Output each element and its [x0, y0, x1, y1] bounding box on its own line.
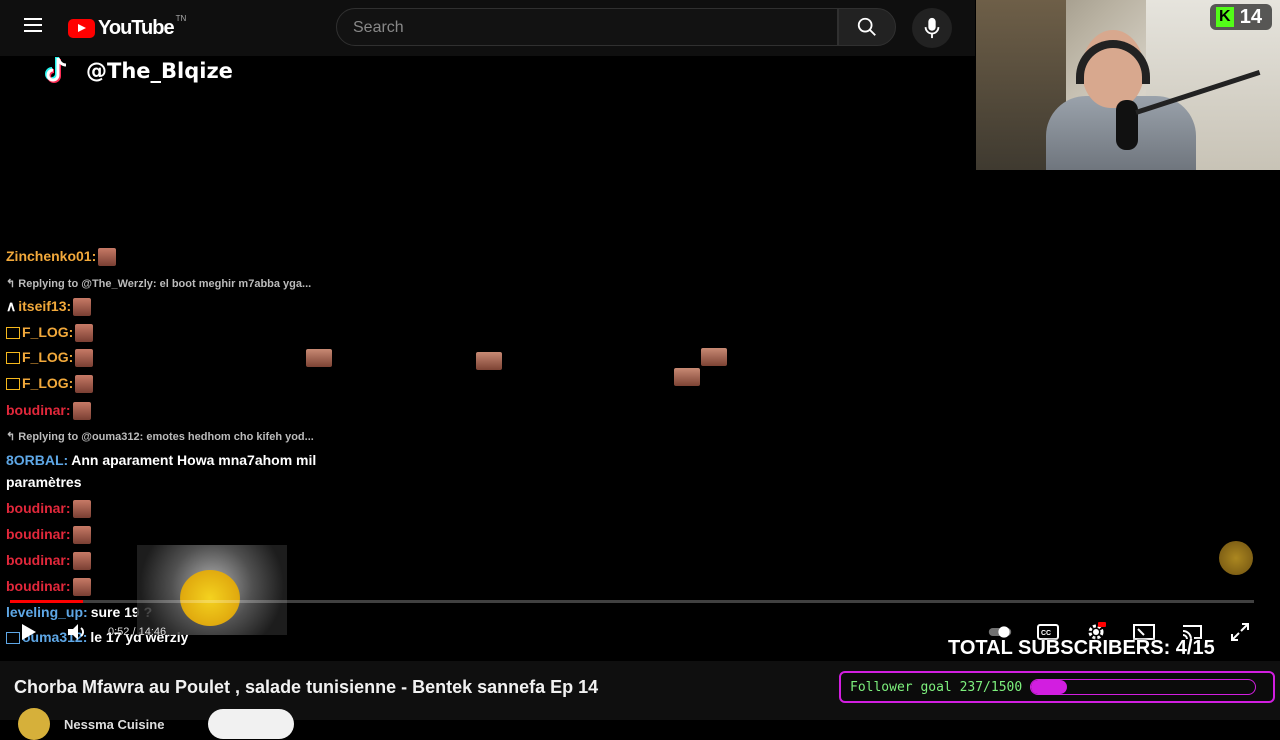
chat-username: Zinchenko01:: [6, 248, 97, 264]
fullscreen-button[interactable]: [1228, 622, 1252, 642]
chat-username: boudinar:: [6, 500, 71, 516]
floating-emote: [674, 368, 700, 386]
crown-badge-icon: [6, 352, 20, 365]
chat-emote: [72, 526, 91, 545]
follower-goal-label: Follower goal 237/1500: [850, 679, 1023, 695]
streamer-webcam: K 14: [976, 0, 1280, 170]
kick-viewer-count: 14: [1239, 5, 1262, 28]
video-progress-bar[interactable]: [10, 600, 1254, 603]
tiktok-icon: [45, 57, 67, 83]
chat-reply-indicator: ↰ Replying to @ouma312: emotes hedhom ch…: [6, 425, 314, 447]
microphone-icon: [924, 17, 940, 39]
youtube-header: YouTube TN: [0, 0, 975, 56]
chat-message: boudinar:: [6, 400, 91, 421]
total-subscribers-overlay: TOTAL SUBSCRIBERS: 4/15: [948, 637, 1215, 659]
search-box[interactable]: [336, 8, 838, 46]
video-progress-fill: [10, 600, 84, 603]
search-icon: [857, 17, 876, 36]
chat-message: F_LOG:: [6, 373, 94, 394]
streamer-microphone: [1116, 100, 1138, 150]
chat-username: itseif13:: [18, 298, 72, 314]
chat-message: Zinchenko01:: [6, 246, 117, 267]
chat-reply-indicator: ↰ Replying to @The_Werzly: el boot meghi…: [6, 272, 311, 294]
video-time: 0:52 / 14:46: [108, 626, 167, 638]
follower-goal-bar: [1030, 679, 1257, 695]
chat-emote: [73, 298, 92, 317]
svg-text:CC: CC: [1041, 630, 1051, 637]
tiktok-handle-overlay: @The_Blqize: [40, 54, 233, 88]
youtube-logo[interactable]: YouTube TN: [68, 14, 187, 40]
channel-name[interactable]: Nessma Cuisine: [64, 717, 164, 732]
chat-username: boudinar:: [6, 402, 71, 418]
floating-emote: [476, 352, 502, 370]
voice-search-button[interactable]: [912, 8, 952, 48]
moderator-badge-icon: ∧: [6, 298, 17, 314]
chat-username: boudinar:: [6, 578, 71, 594]
chat-emote: [75, 375, 94, 394]
chat-emote: [72, 402, 91, 421]
chat-username: F_LOG:: [22, 349, 74, 365]
fullscreen-icon: [1231, 623, 1249, 641]
chat-username: boudinar:: [6, 526, 71, 542]
chat-reply-text: ↰ Replying to @The_Werzly: el boot meghi…: [6, 278, 312, 290]
chat-message: ∧ itseif13:: [6, 296, 92, 317]
chat-message: paramètres: [6, 472, 82, 492]
search-input[interactable]: [351, 18, 815, 38]
chat-username: 8ORBAL:: [6, 452, 69, 468]
channel-watermark[interactable]: [1219, 541, 1253, 575]
channel-logo-thumbnail: [180, 570, 240, 626]
chat-emote: [98, 248, 117, 267]
kick-viewer-badge: K 14: [1209, 4, 1272, 30]
chat-username: leveling_up:: [6, 604, 88, 620]
crown-badge-icon: [6, 327, 20, 340]
chat-message: F_LOG:: [6, 322, 94, 343]
youtube-country-code: TN: [175, 14, 187, 23]
chat-emote: [75, 349, 94, 368]
chat-message: boudinar:: [6, 550, 91, 571]
chat-emote: [72, 552, 91, 571]
chat-username: F_LOG:: [22, 324, 74, 340]
floating-emote: [306, 349, 332, 367]
channel-row: Nessma Cuisine: [18, 708, 295, 740]
channel-avatar[interactable]: [18, 708, 50, 740]
player-controls-left: 0:52 / 14:46: [18, 622, 166, 642]
follower-goal-widget: Follower goal 237/1500: [839, 671, 1275, 703]
chat-message: leveling_up: sure 19 ?: [6, 602, 152, 622]
menu-icon[interactable]: [24, 18, 42, 32]
chat-message: F_LOG:: [6, 347, 94, 368]
chat-message-text: Ann aparament Howa mna7ahom mil: [71, 452, 317, 468]
chat-message: boudinar:: [6, 524, 91, 545]
search-button[interactable]: [838, 8, 896, 46]
floating-emote: [701, 348, 727, 366]
tiktok-handle: @The_Blqize: [86, 59, 233, 83]
chat-emote: [72, 500, 91, 519]
play-icon[interactable]: [18, 622, 38, 642]
kick-icon: K: [1215, 7, 1234, 27]
chat-reply-text: ↰ Replying to @ouma312: emotes hedhom ch…: [6, 431, 314, 443]
youtube-play-icon: [68, 19, 95, 38]
chat-username: F_LOG:: [22, 375, 74, 391]
chat-message: boudinar:: [6, 576, 91, 597]
chat-message: boudinar:: [6, 498, 91, 519]
subscribe-button[interactable]: [208, 709, 295, 739]
chat-emote: [72, 578, 91, 597]
chat-message-text: paramètres: [6, 474, 82, 490]
video-title: Chorba Mfawra au Poulet , salade tunisie…: [14, 677, 599, 697]
chat-username: boudinar:: [6, 552, 71, 568]
chat-emote: [75, 324, 94, 343]
volume-icon[interactable]: [66, 622, 88, 642]
crown-badge-icon: [6, 378, 20, 391]
follower-goal-fill: [1031, 680, 1067, 694]
youtube-logo-text: YouTube: [98, 17, 175, 39]
chat-message: 8ORBAL: Ann aparament Howa mna7ahom mil: [6, 450, 316, 470]
